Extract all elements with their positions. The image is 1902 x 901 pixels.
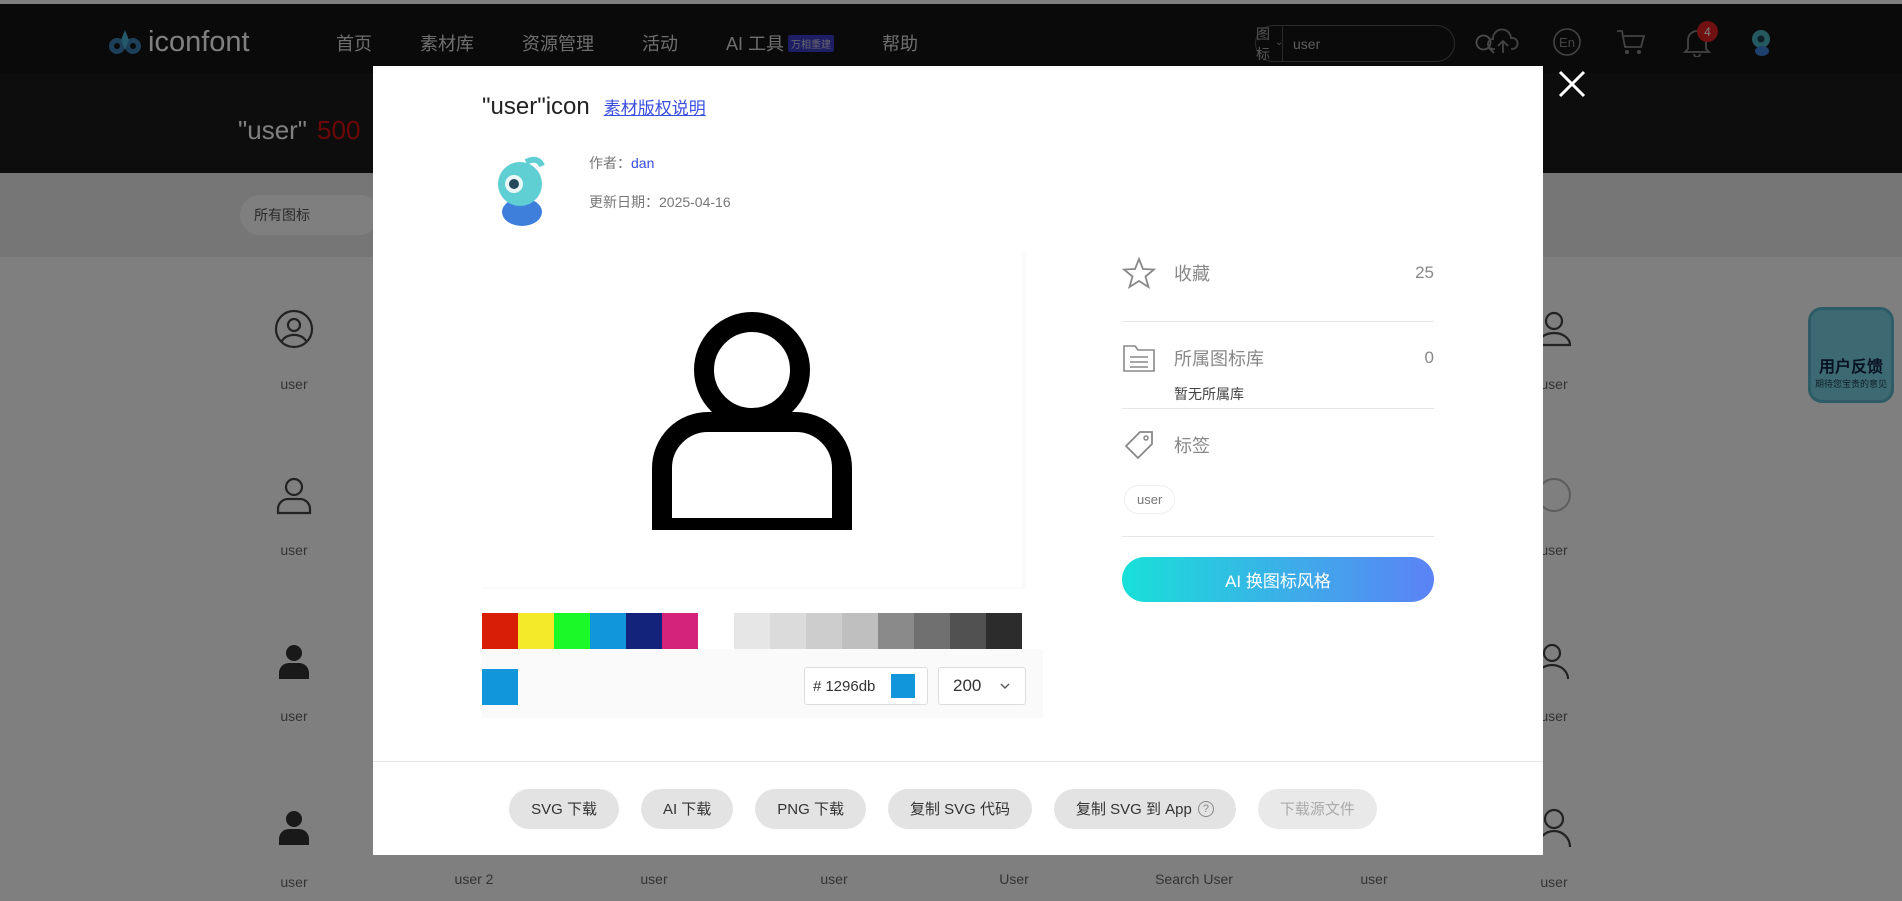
modal-header: "user"icon 素材版权说明 (482, 93, 706, 121)
copy-svg-to-app-label: 复制 SVG 到 App (1076, 801, 1192, 818)
icon-preview-area (482, 253, 1026, 589)
library-count: 0 (1424, 348, 1434, 367)
modal-title: "user"icon (482, 93, 590, 120)
ai-download-button[interactable]: AI 下载 (640, 788, 734, 829)
color-swatch[interactable] (770, 613, 806, 649)
color-swatch[interactable] (626, 613, 662, 649)
license-link[interactable]: 素材版权说明 (604, 94, 706, 119)
library-note: 暂无所属库 (1174, 386, 1244, 402)
color-swatch[interactable] (518, 613, 554, 649)
color-swatch[interactable] (554, 613, 590, 649)
color-swatch[interactable] (806, 613, 842, 649)
date-prefix: 更新日期： (589, 194, 659, 210)
author-info: 作者：dan (589, 153, 654, 173)
chevron-down-icon (1000, 683, 1010, 689)
color-swatch[interactable] (950, 613, 986, 649)
color-swatch[interactable] (986, 613, 1022, 649)
help-icon[interactable]: ? (1197, 800, 1214, 817)
hex-input[interactable] (825, 677, 886, 695)
tags-label: 标签 (1174, 436, 1210, 456)
update-date: 更新日期：2025-04-16 (589, 192, 731, 212)
size-select[interactable]: 200 (938, 667, 1026, 705)
tags-row: 标签 (1122, 419, 1434, 471)
color-swatch[interactable] (662, 613, 698, 649)
date-value: 2025-04-16 (659, 194, 731, 210)
png-download-button[interactable]: PNG 下载 (755, 788, 866, 829)
user-icon-preview (652, 312, 852, 530)
icon-preview-canvas (482, 253, 1022, 587)
tag-chip[interactable]: user (1124, 485, 1176, 514)
icon-meta-panel: 收藏 25 所属图标库 0 暂无所属库 标签 user AI 换图标风格 (1122, 247, 1434, 602)
library-list-icon (1122, 341, 1156, 375)
library-row: 所属图标库 0 (1122, 332, 1434, 384)
color-swatch[interactable] (482, 613, 518, 649)
divider (1122, 536, 1434, 537)
download-source-button[interactable]: 下载源文件 (1257, 788, 1377, 829)
favorite-label: 收藏 (1174, 264, 1210, 284)
close-icon[interactable] (1556, 68, 1588, 100)
star-icon (1122, 256, 1156, 290)
color-palette (482, 613, 1022, 649)
color-swatch[interactable] (734, 613, 770, 649)
icon-detail-modal: "user"icon 素材版权说明 作者：dan 更新日期：2025-04-16… (373, 66, 1543, 855)
color-tools: # 200 (482, 649, 1043, 718)
hex-color-field[interactable]: # (804, 667, 928, 705)
favorite-row[interactable]: 收藏 25 (1122, 247, 1434, 299)
copy-svg-to-app-button[interactable]: 复制 SVG 到 App ? (1054, 788, 1236, 829)
author-link[interactable]: dan (631, 155, 654, 171)
download-actions: SVG 下载 AI 下载 PNG 下载 复制 SVG 代码 复制 SVG 到 A… (373, 761, 1543, 855)
favorite-count: 25 (1415, 263, 1434, 282)
color-swatch[interactable] (590, 613, 626, 649)
size-value: 200 (953, 676, 982, 695)
tag-icon (1122, 428, 1156, 462)
hex-prefix: # (813, 677, 822, 695)
current-color-swatch[interactable] (482, 669, 518, 705)
color-swatch[interactable] (698, 613, 734, 649)
author-prefix: 作者： (589, 155, 631, 171)
hex-color-chip[interactable] (891, 674, 916, 698)
ai-restyle-button[interactable]: AI 换图标风格 (1122, 557, 1434, 602)
svg-download-button[interactable]: SVG 下载 (509, 788, 619, 829)
color-swatch[interactable] (878, 613, 914, 649)
library-label: 所属图标库 (1174, 349, 1264, 369)
color-swatch[interactable] (914, 613, 950, 649)
color-swatch[interactable] (842, 613, 878, 649)
copy-svg-code-button[interactable]: 复制 SVG 代码 (887, 788, 1032, 829)
author-avatar[interactable] (486, 154, 554, 228)
